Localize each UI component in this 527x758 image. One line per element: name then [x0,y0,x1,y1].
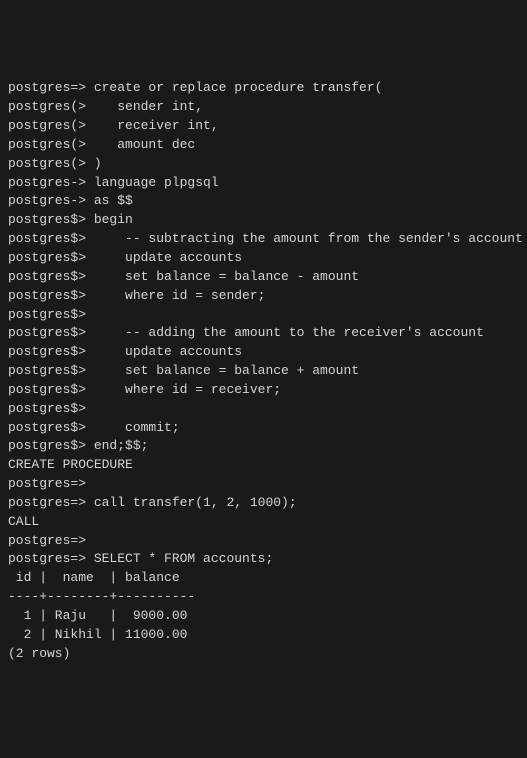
line-text: -- subtracting the amount from the sende… [86,231,523,246]
terminal-line: 1 | Raju | 9000.00 [8,607,519,626]
terminal-line: postgres$> set balance = balance + amoun… [8,362,519,381]
prompt: postgres-> [8,175,86,190]
line-text: id | name | balance [8,570,180,585]
prompt: postgres$> [8,307,86,322]
terminal-line: postgres-> as $$ [8,192,519,211]
prompt: postgres$> [8,438,86,453]
line-text: amount dec [86,137,195,152]
terminal-line: postgres$> -- subtracting the amount fro… [8,230,519,249]
prompt: postgres=> [8,80,86,95]
terminal-line: id | name | balance [8,569,519,588]
prompt: postgres(> [8,118,86,133]
line-text: sender int, [86,99,203,114]
line-text: ) [86,156,102,171]
terminal-line: 2 | Nikhil | 11000.00 [8,626,519,645]
terminal-line: postgres=> call transfer(1, 2, 1000); [8,494,519,513]
line-text: as $$ [86,193,133,208]
line-text: where id = receiver; [86,382,281,397]
terminal-line: (2 rows) [8,645,519,664]
terminal-line: postgres=> SELECT * FROM accounts; [8,550,519,569]
prompt: postgres=> [8,533,86,548]
terminal-line: postgres$> begin [8,211,519,230]
terminal-line: postgres$> where id = sender; [8,287,519,306]
prompt: postgres=> [8,551,86,566]
prompt: postgres$> [8,325,86,340]
line-text: CREATE PROCEDURE [8,457,133,472]
terminal-line: postgres$> [8,400,519,419]
terminal-line: postgres$> end;$$; [8,437,519,456]
line-text: create or replace procedure transfer( [86,80,382,95]
terminal-line: postgres$> update accounts [8,249,519,268]
prompt: postgres$> [8,231,86,246]
prompt: postgres$> [8,344,86,359]
terminal-line: postgres$> where id = receiver; [8,381,519,400]
prompt: postgres$> [8,269,86,284]
line-text: end;$$; [86,438,148,453]
terminal-line: postgres(> sender int, [8,98,519,117]
line-text: CALL [8,514,39,529]
prompt: postgres$> [8,401,86,416]
terminal-line: postgres(> amount dec [8,136,519,155]
line-text: 1 | Raju | 9000.00 [8,608,187,623]
line-text: call transfer(1, 2, 1000); [86,495,297,510]
line-text: SELECT * FROM accounts; [86,551,273,566]
terminal-line: postgres$> commit; [8,419,519,438]
prompt: postgres-> [8,193,86,208]
prompt: postgres(> [8,99,86,114]
terminal-output[interactable]: postgres=> create or replace procedure t… [8,79,519,663]
line-text: 2 | Nikhil | 11000.00 [8,627,187,642]
terminal-line: postgres=> [8,475,519,494]
line-text: -- adding the amount to the receiver's a… [86,325,484,340]
terminal-line: ----+--------+---------- [8,588,519,607]
prompt: postgres$> [8,212,86,227]
line-text: language plpgsql [86,175,219,190]
line-text: update accounts [86,250,242,265]
terminal-line: postgres$> -- adding the amount to the r… [8,324,519,343]
prompt: postgres$> [8,250,86,265]
prompt: postgres$> [8,363,86,378]
terminal-line: postgres(> ) [8,155,519,174]
terminal-line: postgres(> receiver int, [8,117,519,136]
prompt: postgres$> [8,288,86,303]
prompt: postgres(> [8,156,86,171]
line-text: update accounts [86,344,242,359]
line-text: where id = sender; [86,288,265,303]
line-text: (2 rows) [8,646,70,661]
terminal-line: postgres-> language plpgsql [8,174,519,193]
line-text: receiver int, [86,118,219,133]
terminal-line: postgres=> [8,532,519,551]
prompt: postgres=> [8,476,86,491]
terminal-line: postgres$> [8,306,519,325]
line-text: set balance = balance - amount [86,269,359,284]
terminal-line: postgres$> set balance = balance - amoun… [8,268,519,287]
prompt: postgres$> [8,382,86,397]
terminal-line: postgres$> update accounts [8,343,519,362]
line-text: begin [86,212,133,227]
terminal-line: CREATE PROCEDURE [8,456,519,475]
line-text: commit; [86,420,180,435]
prompt: postgres(> [8,137,86,152]
line-text: set balance = balance + amount [86,363,359,378]
terminal-line: CALL [8,513,519,532]
terminal-line: postgres=> create or replace procedure t… [8,79,519,98]
prompt: postgres$> [8,420,86,435]
prompt: postgres=> [8,495,86,510]
